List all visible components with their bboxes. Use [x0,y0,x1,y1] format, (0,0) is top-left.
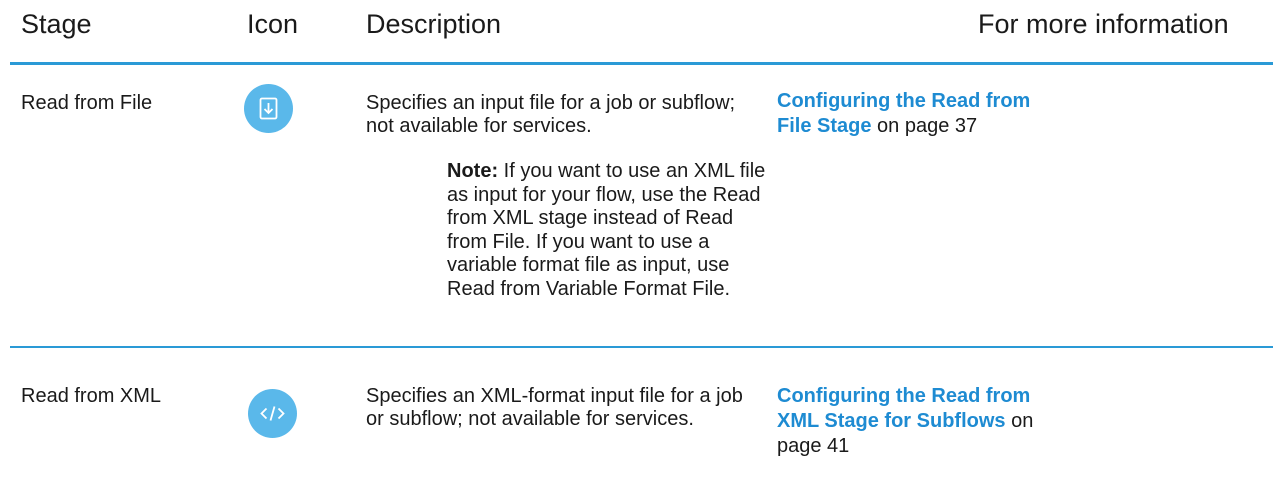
link-line-2: XML Stage for Subflows [777,410,1006,432]
link-line-1: Configuring the Read from [777,385,1031,407]
page-reference: on page 37 [877,115,978,137]
row-divider [10,346,1273,348]
link-configuring-read-from-xml[interactable]: Configuring the Read from XML Stage for S… [777,385,1030,432]
row-stage-read-from-xml: Read from XML [21,385,162,407]
note-label: Note: [447,160,499,182]
header-divider [10,62,1273,65]
row-info-read-from-file: Configuring the Read from File Stage on p… [777,89,1272,139]
header-more-info: For more information [978,9,1229,39]
row-description-read-from-file: Specifies an input file for a job or sub… [366,92,736,137]
header-icon: Icon [247,9,299,39]
page-reference-suffix: on [1011,410,1034,432]
header-description: Description [366,9,502,39]
page-reference: page 41 [777,435,850,457]
link-line-2: File Stage [777,115,872,137]
row-info-read-from-xml: Configuring the Read from XML Stage for S… [777,384,1272,459]
code-icon [248,389,297,438]
download-icon [244,84,293,133]
link-line-1: Configuring the Read from [777,90,1031,112]
row-note-read-from-file: Note: If you want to use an XML file as … [447,160,767,301]
header-stage: Stage [21,9,92,39]
row-stage-read-from-file: Read from File [21,92,153,114]
row-description-read-from-xml: Specifies an XML-format input file for a… [366,385,743,430]
